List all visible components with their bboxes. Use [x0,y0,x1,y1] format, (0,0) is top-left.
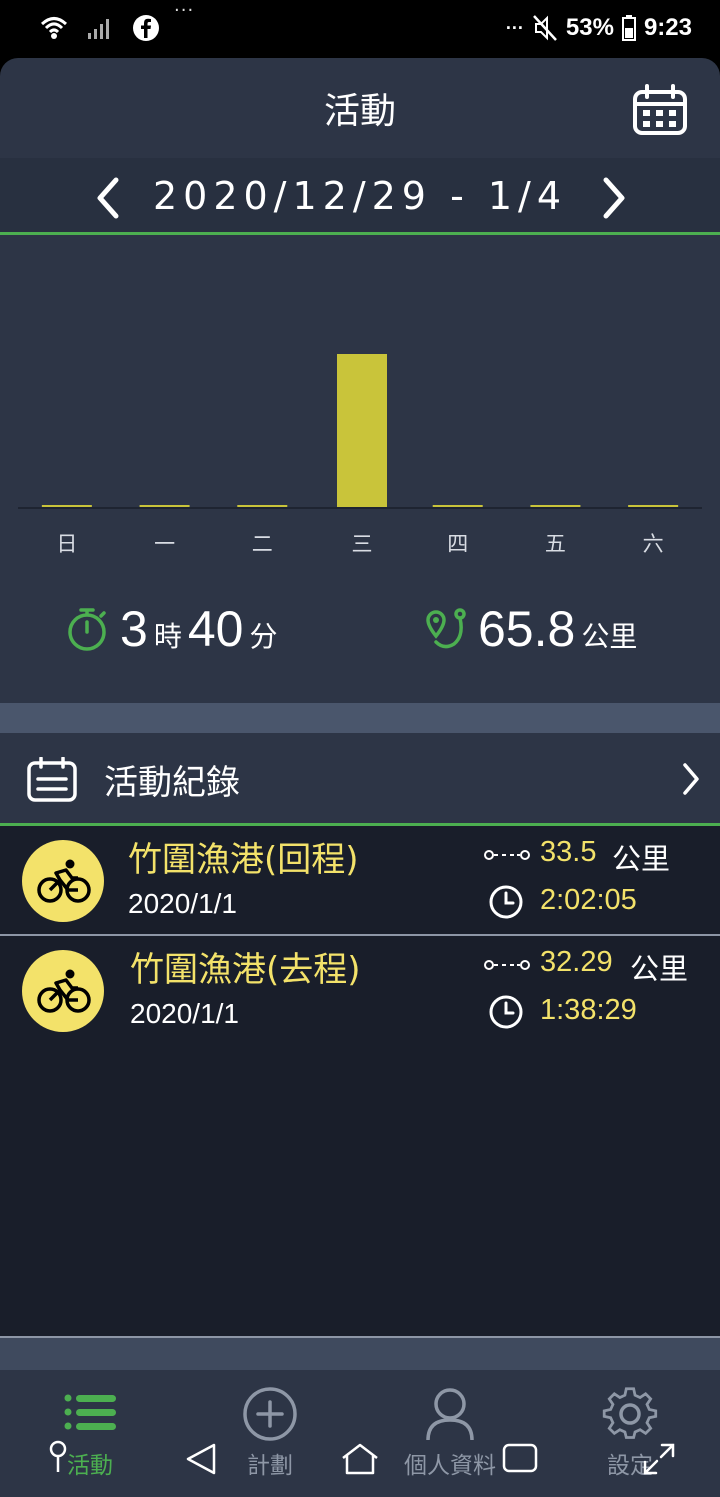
chart-tick-label-1: 一 [154,532,175,556]
chart-tick-label-5: 五 [545,532,566,556]
chart-bar-5 [530,505,581,507]
weekly-summary: 3 時 40 分 65.8 公里 [0,600,720,710]
clock-icon [489,885,523,919]
status-right: ··· 53% 9:23 [506,14,692,42]
chart-bar-2 [237,505,288,507]
weekly-chart: 日 一 二 三 四 五 六 3 時 40 分 65.8 公里 [0,235,720,703]
bicycle-icon [22,840,104,922]
facebook-icon [133,15,159,41]
tab-label: 計劃 [247,1453,293,1479]
battery-icon [621,15,636,41]
chevron-right-icon[interactable] [680,761,702,797]
gear-icon [602,1387,658,1439]
chart-tick-label-6: 六 [643,532,664,556]
clock-icon [489,995,523,1029]
total-time: 3 時 40 分 [66,600,283,658]
bicycle-icon [22,950,104,1032]
clipboard-icon [27,757,77,802]
app-screen: 活動 2020/12/29 - 1/4 日 一 二 三 四 五 六 3 時 40 分 65.… [0,58,720,1497]
minutes-unit: 分 [249,620,278,653]
hours-unit: 時 [153,620,182,653]
status-dots: ··· [505,17,524,38]
hours-value: 3 [120,601,148,657]
battery-percent: 53% [565,14,614,41]
activity-duration: 1:38:29 [540,994,637,1026]
status-more-dots: ··· [174,0,195,21]
list-item[interactable]: 竹圍漁港(回程) 2020/1/1 33.5 公里 2:02:05 [0,826,720,936]
chart-tick-label-2: 二 [252,532,273,556]
activity-distance: 32.29 [540,946,613,978]
chart-bar-4 [432,505,483,507]
chart-tick-label-4: 四 [447,532,468,556]
mute-icon [532,15,557,41]
chart-tick-label-3: 三 [352,532,373,556]
status-bar: ··· ··· 53% 9:23 [0,0,720,58]
activity-name: 竹圍漁港(回程) [128,840,359,880]
status-left-icons [40,14,160,42]
activity-distance-unit: 公里 [612,842,671,876]
stopwatch-icon [68,608,106,651]
person-icon [426,1388,474,1441]
tab-label: 設定 [607,1453,653,1479]
chart-bar-1 [139,505,190,507]
distance-dots-icon [484,960,530,970]
tab-label: 活動 [67,1453,113,1479]
distance-dots-icon [484,850,530,860]
section-divider [0,703,720,733]
tab-profile[interactable]: 個人資料 [360,1370,540,1497]
chart-tick-label-0: 日 [56,532,77,556]
signal-icon [88,19,109,39]
activity-list: 竹圍漁港(回程) 2020/1/1 33.5 公里 2:02:05 竹圍漁港(去… [0,826,720,1336]
activity-date: 2020/1/1 [130,998,239,1029]
distance-unit: 公里 [581,620,638,653]
weekly-bar-chart: 日一二三四五六 [18,354,702,556]
activity-records-header[interactable]: 活動紀錄 [0,733,720,826]
date-range-bar: 2020/12/29 - 1/4 [0,158,720,235]
list-icon [64,1394,116,1430]
tab-activity[interactable]: 活動 [0,1370,180,1497]
plus-circle-icon [243,1387,297,1441]
header: 活動 [0,58,720,158]
list-item[interactable]: 竹圍漁港(去程) 2020/1/1 32.29 公里 1:38:29 [0,936,720,1044]
activity-duration: 2:02:05 [540,884,637,916]
records-title: 活動紀錄 [104,763,240,803]
list-footer-band [0,1336,720,1372]
activity-name: 竹圍漁港(去程) [130,950,361,990]
minutes-value: 40 [187,601,244,657]
bottom-tab-bar: 活動 計劃 個人資料 設定 [0,1370,720,1497]
clock: 9:23 [643,14,692,41]
chart-bar-6 [628,505,679,507]
route-pin-icon [426,608,466,649]
tab-label: 個人資料 [404,1453,496,1479]
date-range-label: 2020/12/29 - 1/4 [152,174,568,218]
activity-distance-unit: 公里 [630,952,689,986]
activity-distance: 33.5 [540,836,597,868]
tab-plan[interactable]: 計劃 [180,1370,360,1497]
wifi-icon [40,17,68,39]
total-distance: 65.8 公里 [424,600,643,658]
chart-bar-3 [337,354,387,507]
chevron-right-icon[interactable] [598,176,630,220]
chart-bar-0 [41,505,92,507]
calendar-icon[interactable] [632,84,688,136]
distance-value: 65.8 [478,601,576,657]
activity-date: 2020/1/1 [128,888,237,919]
tab-settings[interactable]: 設定 [540,1370,720,1497]
page-title: 活動 [323,91,396,132]
